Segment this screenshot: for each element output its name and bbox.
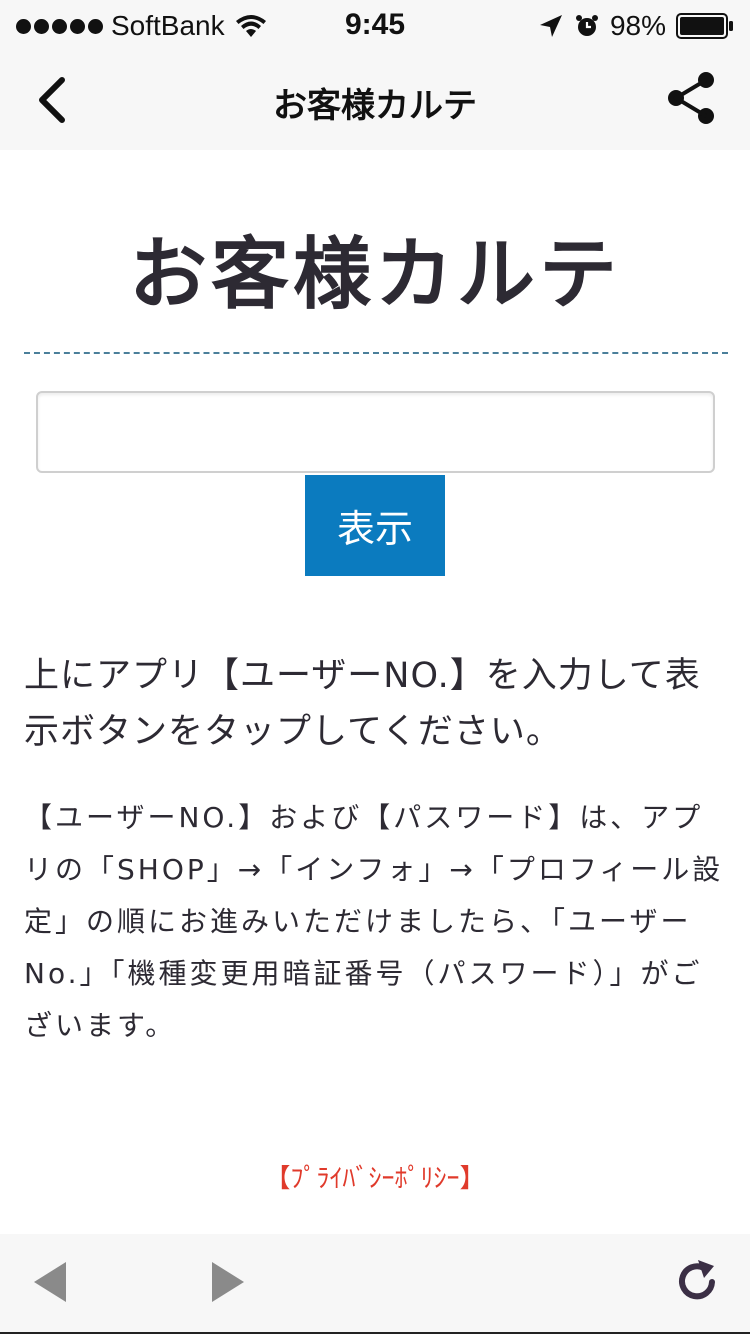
help-note: 【ユーザーNO.】および【パスワード】は、アプリの「SHOP」→「インフォ」→「…	[24, 801, 724, 1042]
user-number-input[interactable]	[36, 391, 715, 473]
status-right: 98%	[538, 10, 734, 42]
nav-title: お客様カルテ	[273, 86, 477, 126]
back-arrow-icon[interactable]	[32, 1260, 70, 1304]
privacy-policy-link[interactable]: 【ﾌﾟﾗｲﾊﾞｼｰﾎﾟﾘｼｰ】	[0, 1158, 750, 1195]
reload-icon[interactable]	[676, 1256, 720, 1304]
battery-icon	[676, 13, 733, 39]
location-arrow-icon	[539, 15, 562, 37]
share-icon[interactable]	[664, 70, 720, 126]
browser-toolbar	[0, 1234, 750, 1334]
forward-arrow-icon[interactable]	[208, 1260, 246, 1304]
page-title: お客様カルテ	[128, 230, 621, 320]
show-button[interactable]: 表示	[305, 475, 445, 576]
divider	[24, 352, 728, 354]
battery-percentage: 98%	[609, 10, 666, 41]
nav-bar: お客様カルテ	[0, 52, 750, 150]
status-bar: SoftBank 9:45 98%	[0, 0, 750, 52]
alarm-icon	[575, 15, 598, 36]
instruction-text: 上にアプリ【ユーザーNO.】を入力して表示ボタンをタップしてください。	[24, 656, 701, 752]
